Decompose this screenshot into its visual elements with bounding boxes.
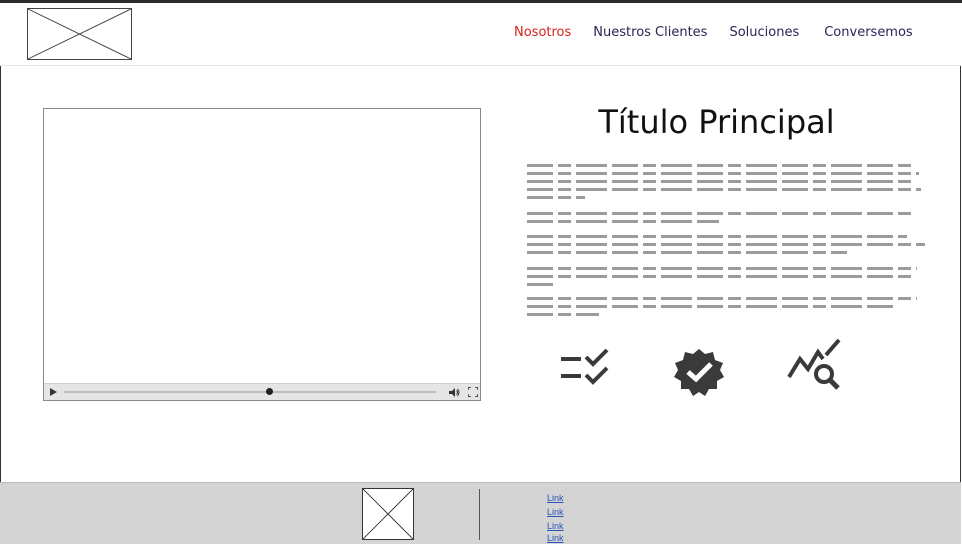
nav-item-soluciones[interactable]: Soluciones [729,25,799,40]
video-controls [44,383,480,400]
main-nav: Nosotros Nuestros Clientes Soluciones Co… [514,25,913,40]
footer-links: Link Link Link Link [547,491,564,544]
nav-item-nosotros[interactable]: Nosotros [514,25,571,40]
site-header: Nosotros Nuestros Clientes Soluciones Co… [0,3,961,66]
page-title: Título Principal [598,103,835,141]
placeholder-paragraph [527,267,920,291]
seek-handle[interactable] [265,388,273,395]
checklist-icon [561,348,609,385]
nav-item-conversemos[interactable]: Conversemos [824,25,912,40]
trend-search-icon [787,338,841,390]
verified-badge-icon [674,349,724,396]
logo-placeholder-icon[interactable] [27,8,132,60]
placeholder-paragraph [527,164,921,204]
footer-divider [479,489,480,540]
video-player[interactable] [43,108,481,401]
fullscreen-icon[interactable] [468,387,478,397]
volume-icon[interactable] [449,387,460,398]
nav-item-nuestros-clientes[interactable]: Nuestros Clientes [593,25,707,40]
site-footer: Link Link Link Link [0,482,961,544]
footer-link[interactable]: Link [547,531,564,544]
placeholder-paragraph [527,212,920,228]
footer-logo-placeholder-icon[interactable] [362,488,414,540]
play-icon[interactable] [50,388,57,396]
footer-link[interactable]: Link [547,505,564,519]
placeholder-paragraph [527,297,920,321]
placeholder-paragraph [527,235,925,259]
footer-link[interactable]: Link [547,491,564,505]
seek-slider[interactable] [64,391,436,393]
